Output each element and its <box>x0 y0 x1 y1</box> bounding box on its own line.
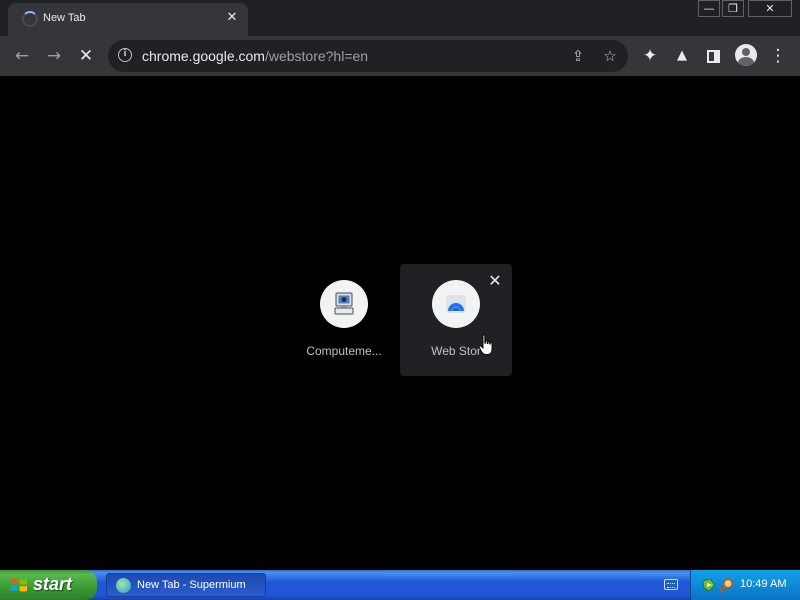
restore-button[interactable]: ❐ <box>722 0 744 17</box>
shortcut-label: Computeme... <box>306 344 382 358</box>
tray-search-icon[interactable] <box>719 577 735 593</box>
remove-shortcut-button[interactable]: ✕ <box>486 272 504 290</box>
start-label: start <box>33 574 73 594</box>
browser-toolbar: ← → ✕ i chrome.google.com/webstore?hl=en… <box>0 36 800 76</box>
supermium-browser-icon <box>116 578 131 593</box>
address-bar[interactable]: i chrome.google.com/webstore?hl=en ⇪ ☆ <box>108 40 628 72</box>
shortcut-tile-computeme[interactable]: Computeme... <box>288 264 400 376</box>
avatar-body <box>738 57 754 66</box>
new-tab-page: Computeme... Web Stor ✕ <box>0 76 800 570</box>
bookmark-star-icon[interactable]: ☆ <box>598 44 622 68</box>
computer-icon <box>334 292 354 315</box>
system-tray: 10:49 AM <box>690 570 800 600</box>
tab-title: New Tab <box>43 12 86 24</box>
share-icon[interactable]: ⇪ <box>566 44 590 68</box>
labs-flask-icon[interactable]: ▲ <box>670 44 694 68</box>
taskbar-item-supermium[interactable]: New Tab - Supermium <box>106 573 266 597</box>
web-store-icon <box>446 295 466 313</box>
minimize-button[interactable]: — <box>698 0 720 17</box>
profile-avatar[interactable] <box>735 44 757 66</box>
avatar-head <box>742 48 750 56</box>
taskbar: start New Tab - Supermium 10:49 AM <box>0 570 800 600</box>
taskbar-item-label: New Tab - Supermium <box>137 579 246 591</box>
shortcut-icon-circle <box>320 280 368 328</box>
loading-spinner-icon <box>22 11 38 27</box>
url-path: /webstore?hl=en <box>264 48 369 64</box>
back-button[interactable]: ← <box>10 44 34 68</box>
side-panel-icon[interactable] <box>707 50 720 63</box>
start-button[interactable]: start <box>0 570 97 600</box>
clock[interactable]: 10:49 AM <box>740 578 786 590</box>
site-info-icon[interactable]: i <box>118 48 132 62</box>
tab-close-button[interactable]: ✕ <box>224 10 240 26</box>
tray-green-arrow-icon[interactable] <box>701 577 717 593</box>
keyboard-language-icon[interactable] <box>664 579 678 590</box>
window-controls: — ❐ ✕ <box>696 0 792 20</box>
extensions-puzzle-icon[interactable]: ✦ <box>638 44 662 68</box>
url-text[interactable]: chrome.google.com/webstore?hl=en <box>142 48 368 64</box>
shortcut-icon-circle <box>432 280 480 328</box>
title-bar: New Tab ✕ — ❐ ✕ <box>0 0 800 36</box>
hand-cursor-icon <box>478 334 493 355</box>
tab-new-tab[interactable]: New Tab ✕ <box>8 3 248 36</box>
stop-loading-button[interactable]: ✕ <box>74 44 98 68</box>
url-host: chrome.google.com <box>142 48 265 64</box>
shortcut-tile-web-store[interactable]: Web Stor ✕ <box>400 264 512 376</box>
shortcut-label: Web Stor <box>431 344 481 358</box>
close-window-button[interactable]: ✕ <box>748 0 792 17</box>
forward-button[interactable]: → <box>42 44 66 68</box>
menu-kebab-icon[interactable]: ⋮ <box>766 44 790 68</box>
windows-flag-icon <box>11 578 27 592</box>
